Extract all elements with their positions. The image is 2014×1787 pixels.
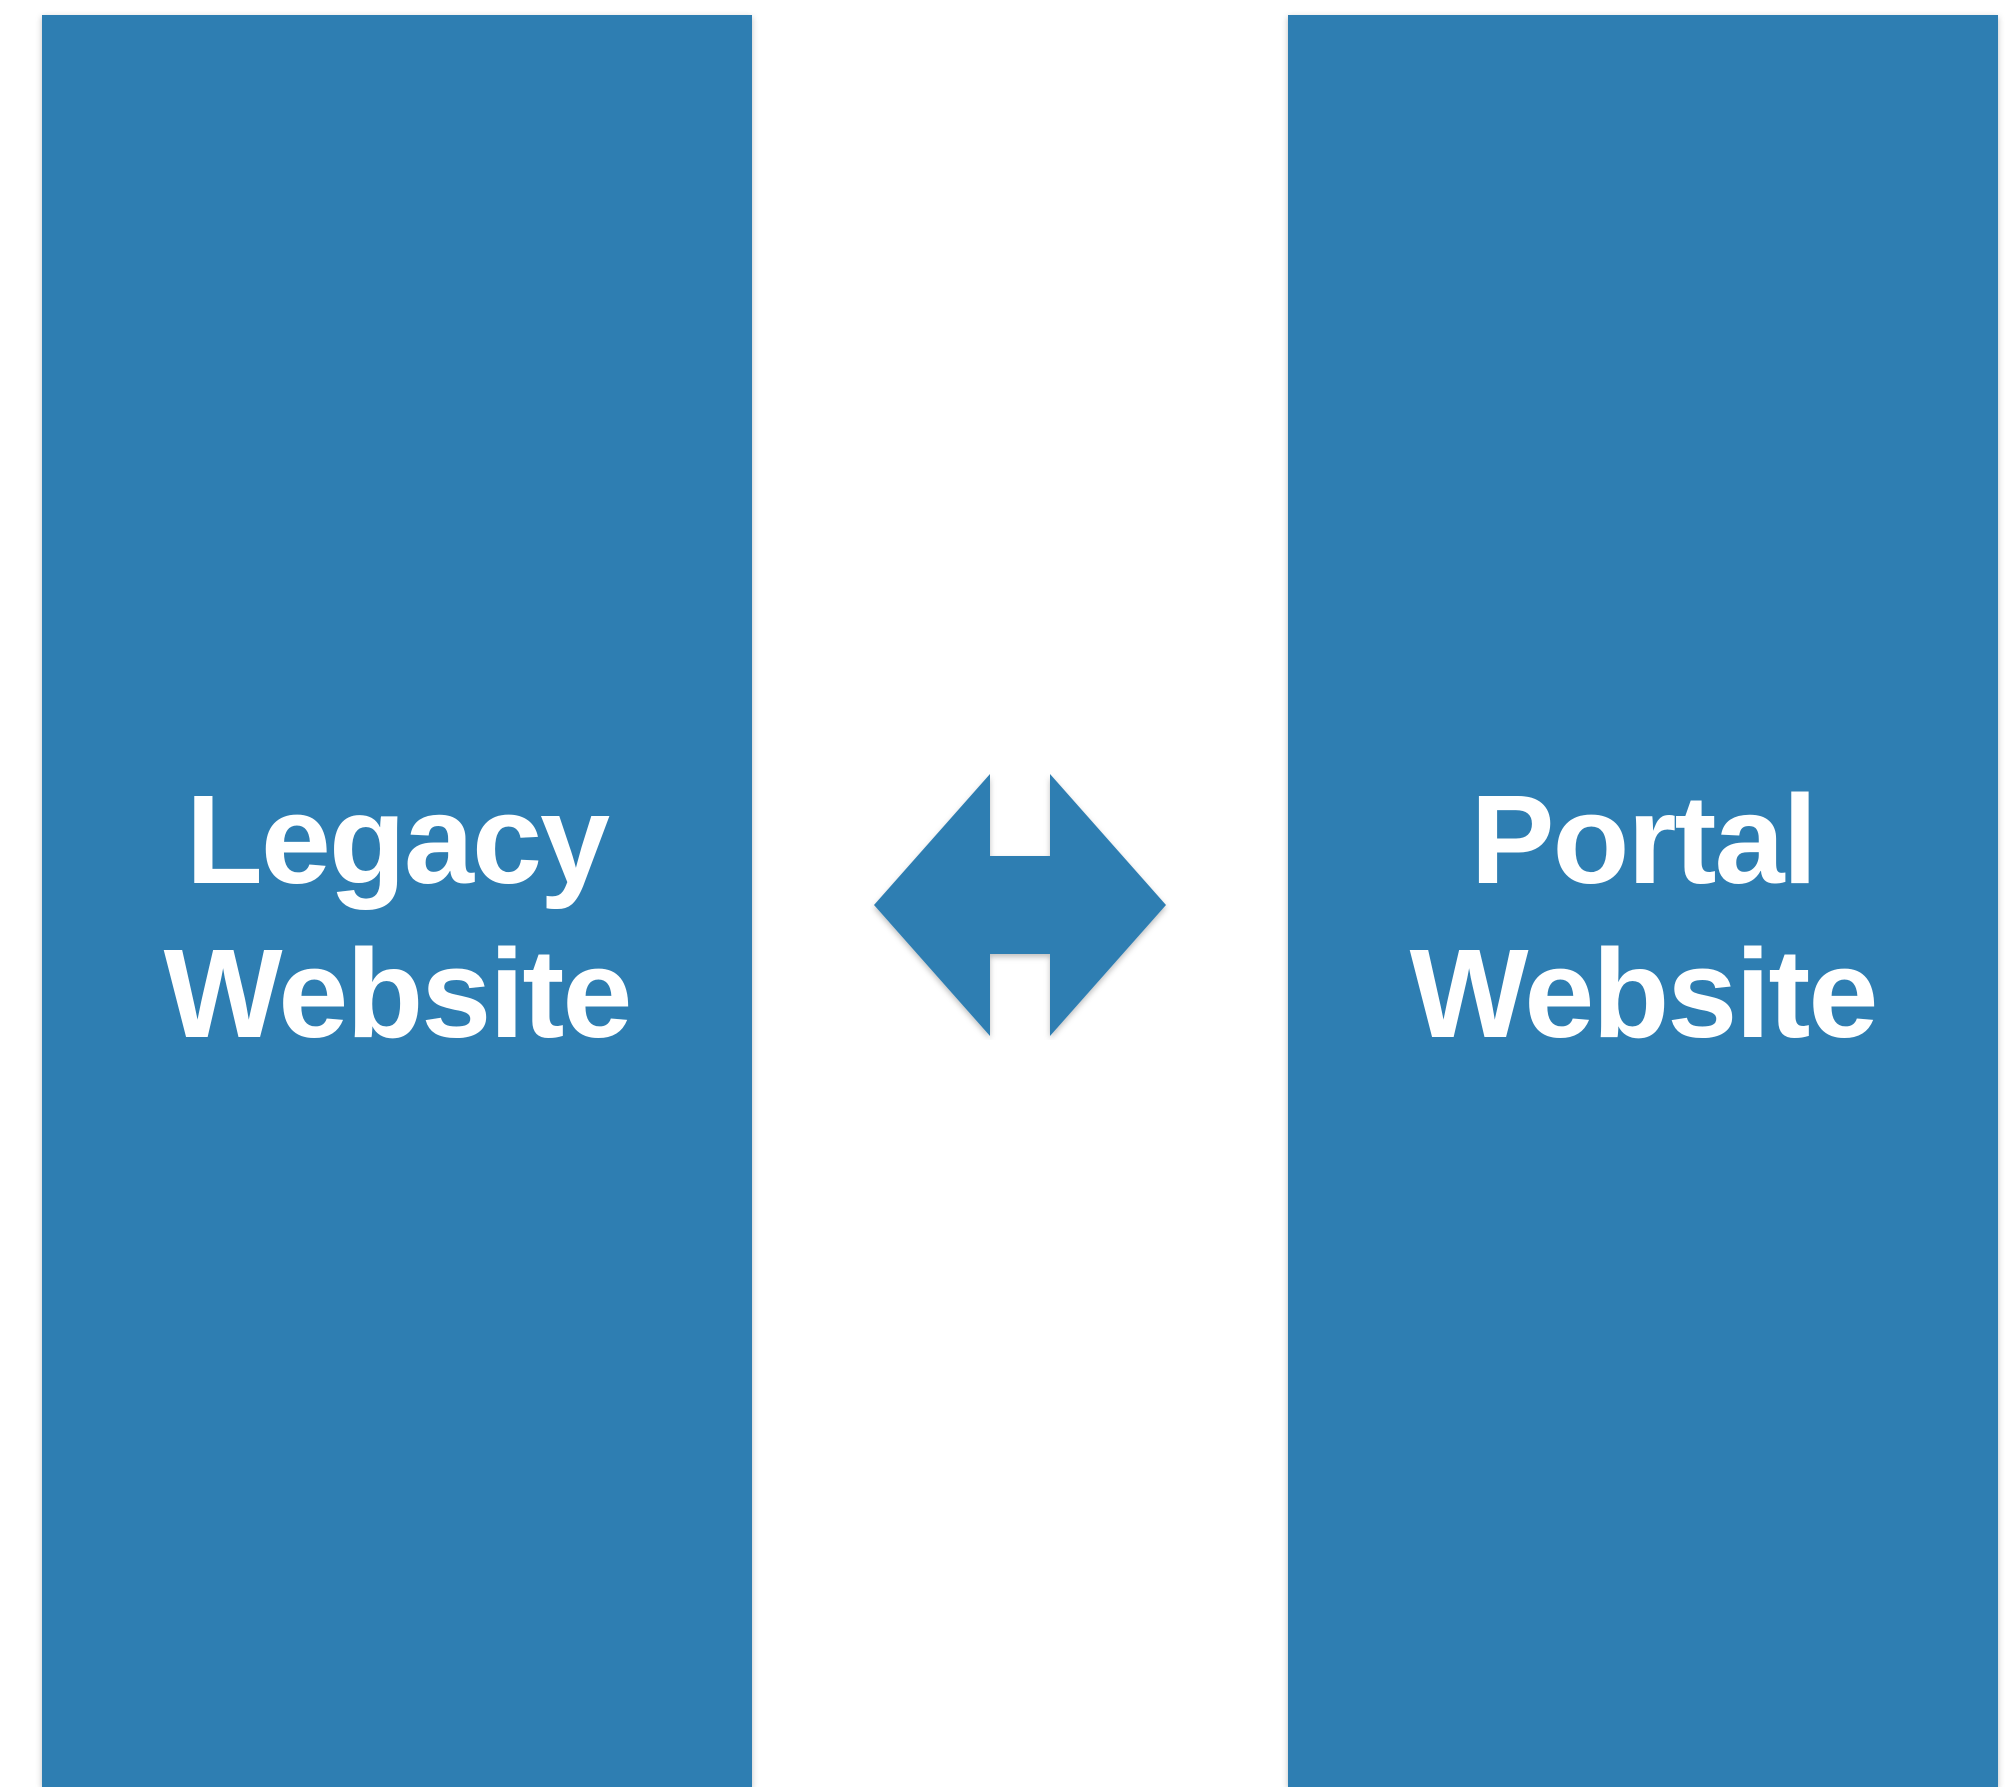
portal-label-line1: Portal <box>1470 769 1817 910</box>
legacy-label-line2: Website <box>163 923 633 1064</box>
bidirectional-arrow-svg <box>874 774 1166 1036</box>
bidirectional-arrow-icon <box>870 770 1170 1040</box>
portal-label-line2: Website <box>1409 923 1879 1064</box>
legacy-website-panel: Legacy Website <box>42 15 752 1787</box>
portal-website-panel: Portal Website <box>1288 15 1998 1787</box>
portal-website-label: Portal Website <box>1409 763 1879 1071</box>
legacy-label-line1: Legacy <box>185 769 610 910</box>
legacy-website-label: Legacy Website <box>163 763 633 1071</box>
